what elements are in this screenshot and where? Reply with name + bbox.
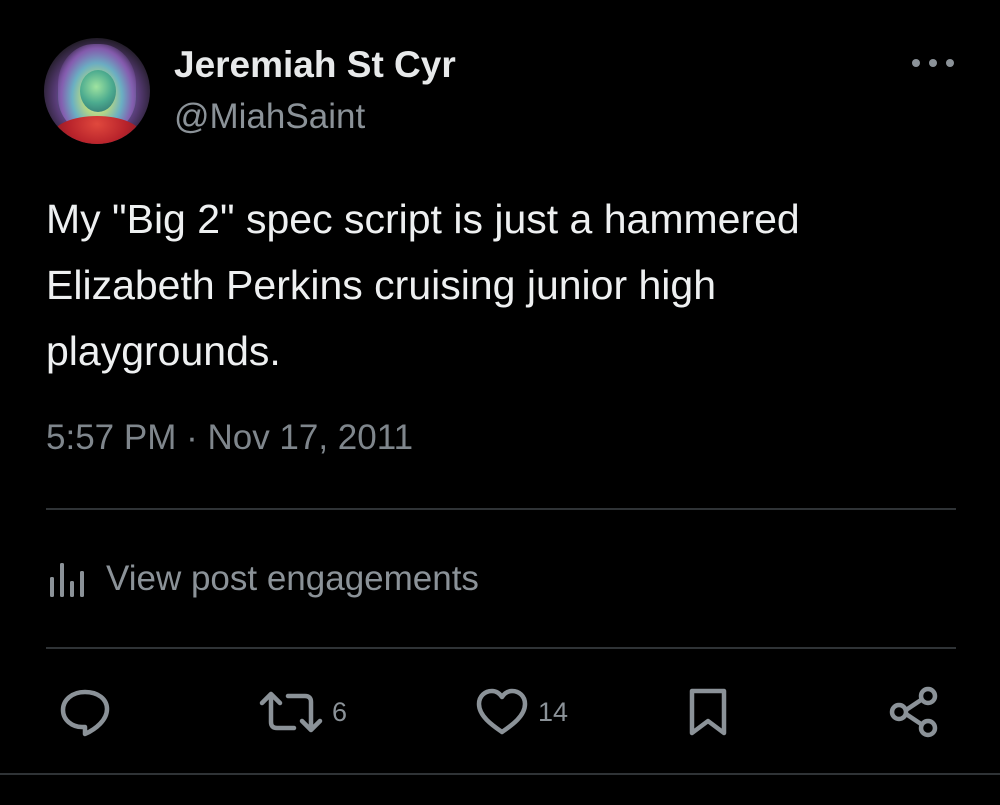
reply-button[interactable]: [58, 686, 112, 738]
share-icon: [889, 686, 938, 738]
like-count: 14: [538, 696, 569, 727]
author-handle[interactable]: @MiahSaint: [174, 97, 365, 137]
divider: [0, 773, 1000, 775]
bookmark-button[interactable]: [686, 686, 730, 738]
divider: [46, 647, 956, 649]
author-display-name[interactable]: Jeremiah St Cyr: [174, 44, 456, 86]
retweet-icon: [259, 691, 323, 733]
heart-icon: [476, 688, 528, 735]
more-dot: [929, 59, 937, 67]
more-dot: [946, 59, 954, 67]
avatar[interactable]: [44, 38, 150, 144]
view-engagements-button[interactable]: View post engagements: [46, 555, 479, 603]
retweet-button[interactable]: 6: [258, 686, 347, 738]
avatar-face: [80, 70, 116, 112]
reply-icon: [60, 689, 110, 737]
retweet-count: 6: [332, 696, 348, 727]
view-engagements-label: View post engagements: [106, 559, 479, 598]
tweet-detail: Jeremiah St Cyr @MiahSaint My "Big 2" sp…: [0, 0, 1000, 805]
bar-chart-icon: [50, 563, 84, 597]
share-button[interactable]: [886, 686, 942, 738]
more-options-icon[interactable]: [912, 52, 954, 74]
more-dot: [912, 59, 920, 67]
divider: [46, 508, 956, 510]
tweet-text: My "Big 2" spec script is just a hammere…: [46, 196, 800, 374]
bookmark-icon: [689, 688, 727, 736]
like-button[interactable]: 14: [474, 686, 568, 738]
tweet-timestamp[interactable]: 5:57 PM · Nov 17, 2011: [46, 418, 413, 458]
